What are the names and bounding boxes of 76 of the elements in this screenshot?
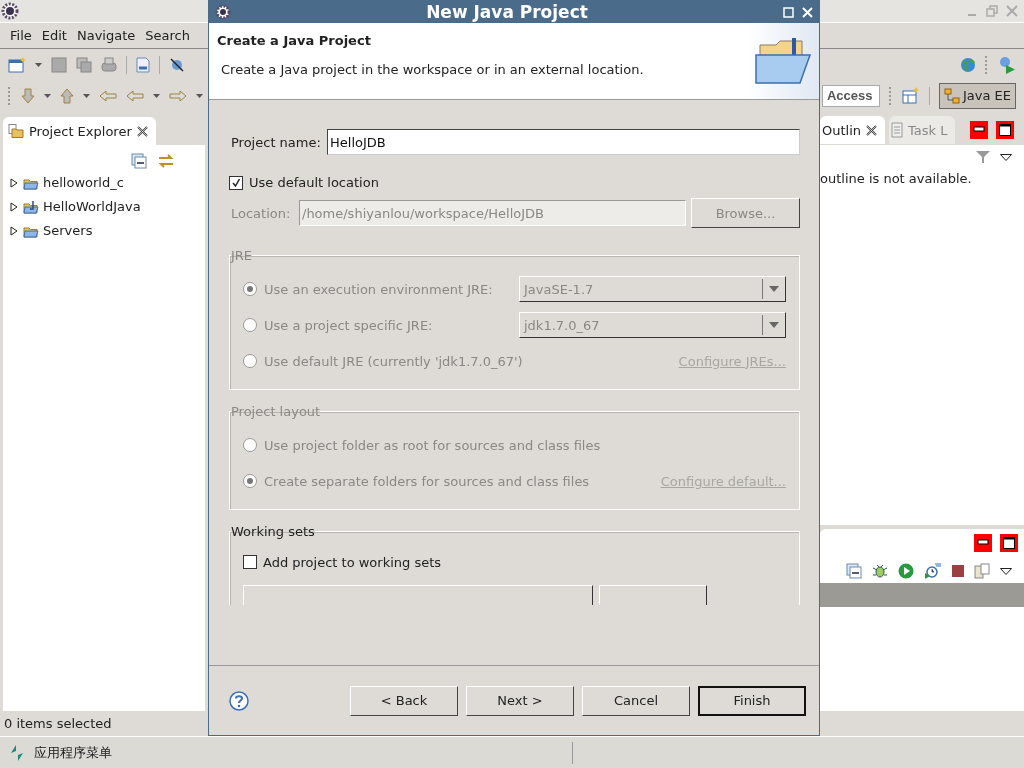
document-icon: [891, 122, 904, 138]
java-folder-icon: [23, 199, 39, 214]
minimize-icon[interactable]: [970, 121, 988, 139]
expand-arrow-icon[interactable]: [9, 225, 19, 236]
wizard-button[interactable]: Cancel: [582, 685, 690, 716]
maximize-icon[interactable]: [996, 121, 1014, 139]
option-label: Create separate folders for sources and class files: [264, 473, 590, 489]
tree-item[interactable]: HelloWorldJava: [43, 199, 141, 214]
stopwatch-icon[interactable]: [924, 563, 942, 579]
option-label: Use default JRE (currently 'jdk1.7.0_67'): [264, 353, 523, 369]
group-title: Working sets: [231, 524, 315, 539]
applications-menu[interactable]: 应用程序菜单: [34, 743, 112, 762]
tree-item[interactable]: Servers: [43, 223, 93, 238]
caret-icon[interactable]: [83, 93, 90, 98]
arrow-down-icon[interactable]: [21, 87, 35, 104]
caret-icon[interactable]: [153, 93, 160, 98]
open-perspective-icon[interactable]: [901, 86, 920, 105]
wizard-button[interactable]: < Back: [350, 685, 458, 716]
printer-icon[interactable]: [101, 56, 117, 73]
project-name-field[interactable]: HelloJDB: [327, 129, 800, 155]
view-tab[interactable]: Outlin: [820, 116, 886, 144]
maximize-icon[interactable]: [1000, 534, 1018, 552]
check-icon: [231, 177, 241, 188]
run-icon[interactable]: [998, 55, 1016, 74]
caret-icon[interactable]: [35, 62, 42, 67]
folder-icon: [754, 37, 812, 85]
crossed-circle-icon[interactable]: [169, 56, 185, 73]
status-text: 0 items selected: [4, 716, 112, 731]
group-title: Project layout: [231, 404, 321, 419]
explorer-icon: [8, 124, 24, 138]
minimize-icon[interactable]: [974, 534, 992, 552]
field-label: Project name:: [230, 134, 322, 150]
field-label: Location:: [230, 205, 292, 221]
caret-icon[interactable]: [44, 93, 51, 98]
dialog-title: New Java Project: [425, 2, 589, 22]
checkbox[interactable]: Add project to working sets: [243, 554, 442, 570]
wizard-description: Create a Java project in the workspace or in an external location.: [220, 62, 644, 77]
menu-item[interactable]: File: [10, 28, 32, 43]
caret-icon[interactable]: [196, 93, 203, 98]
menu-item[interactable]: Edit: [41, 28, 67, 43]
dropdown-arrow-icon: [769, 286, 779, 292]
wizard-button[interactable]: Finish: [698, 685, 806, 716]
expand-arrow-icon[interactable]: [9, 201, 19, 212]
copy-icon[interactable]: [974, 563, 990, 579]
group-title: JRE: [231, 248, 253, 263]
help-icon[interactable]: [229, 690, 249, 711]
option-label: Use a project specific JRE:: [264, 317, 433, 333]
outline-message: outline is not available.: [820, 170, 973, 186]
tree-item[interactable]: helloworld_c: [43, 175, 124, 190]
globe-icon[interactable]: [960, 56, 976, 73]
expand-arrow-icon[interactable]: [9, 177, 19, 188]
bug-icon[interactable]: [872, 563, 888, 579]
view-tab[interactable]: Project Explorer: [3, 117, 156, 145]
wizard-button[interactable]: Next >: [466, 685, 574, 716]
hierarchy-icon: [943, 87, 960, 104]
menu-item[interactable]: Search: [145, 28, 190, 43]
dropdown-icon[interactable]: [1000, 153, 1012, 161]
option-label: Use an execution environment JRE:: [264, 281, 493, 297]
wizard-heading: Create a Java Project: [217, 33, 372, 48]
close-icon[interactable]: [136, 125, 148, 137]
perspective-button[interactable]: Java EE: [938, 82, 1016, 109]
dropdown-icon[interactable]: [1000, 567, 1012, 575]
option-label: Use project folder as root for sources and class files: [264, 437, 601, 453]
gear-icon: [215, 4, 231, 20]
play-icon[interactable]: [898, 563, 914, 579]
collapse-all-icon[interactable]: [846, 563, 862, 579]
checkbox[interactable]: Use default location: [229, 175, 379, 190]
close-icon[interactable]: [866, 124, 878, 136]
collapse-all-icon[interactable]: [131, 153, 147, 169]
new-window-icon[interactable]: [8, 56, 26, 73]
quick-access-field[interactable]: Access: [821, 84, 880, 107]
dropdown-arrow-icon: [769, 322, 779, 328]
menu-item[interactable]: Navigate: [76, 28, 136, 43]
arrow-up-icon[interactable]: [60, 87, 74, 104]
binary-file-icon[interactable]: [136, 56, 150, 73]
filter-icon[interactable]: [976, 151, 990, 163]
